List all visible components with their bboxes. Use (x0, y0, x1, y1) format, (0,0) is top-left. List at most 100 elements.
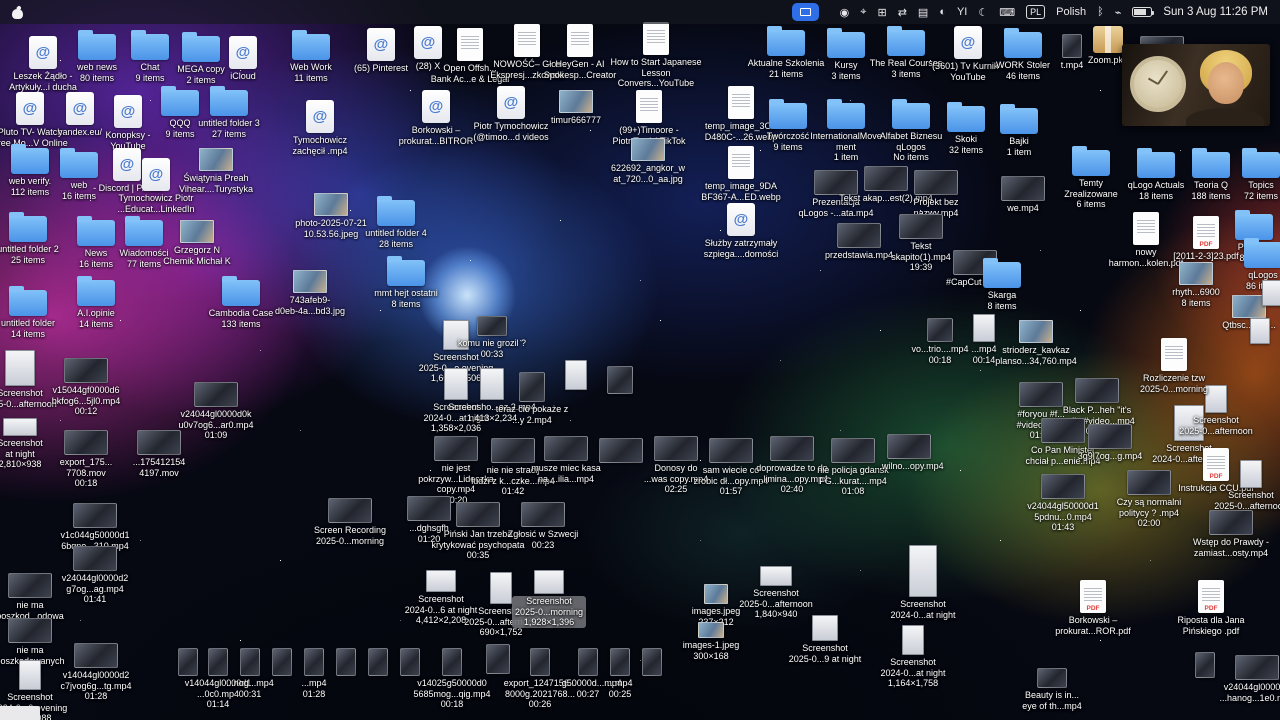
icon-label: Screen Recording 2025-0...morning (313, 525, 387, 546)
desktop-icon[interactable]: ...175412154 4197.mov (111, 430, 207, 478)
icon-label: Świątynia Preah Vihear....Turystyka (178, 173, 254, 194)
desktop-icon[interactable]: temp_image_9DA BF367-A...ED.webp (693, 146, 789, 202)
input-source-badge[interactable]: PL (1026, 5, 1046, 19)
icon-label: musze miec kasa na ...ilia...mp4 (531, 463, 601, 484)
desktop-icon[interactable]: v24044gl50000d1 5pdnu...0.mp4 01:43 (1015, 474, 1111, 533)
keyboard-icon[interactable]: ⌨ (999, 6, 1015, 19)
screen-sharing-indicator[interactable] (792, 3, 819, 21)
desktop-icon[interactable]: Projekt bez nazwy.mp4 (888, 170, 984, 218)
video-file-icon (8, 573, 52, 598)
icon-label: teraz cio pokaże z ...y 2.mp4 (495, 404, 569, 425)
desktop-icon[interactable]: Wstęp do Prawdy - zamiast...osty.mp4 (1183, 510, 1279, 558)
desktop-icon[interactable]: Screenshot 2025-0...morning 1,928×1,396 (501, 570, 597, 628)
desktop-icon[interactable]: Rozliczenie tzw 2025-0...morning (1126, 338, 1222, 394)
desktop-icon[interactable]: Screenshot 2025-0...afternoon 1,840×940 (728, 566, 824, 620)
icon-label: ...wilno...opy.mp4 (874, 461, 944, 471)
video-file-icon (607, 366, 633, 394)
desktop-icon[interactable] (1212, 318, 1280, 346)
icon-label: Screenshot2025-0...afternoon (1214, 490, 1280, 511)
desktop-icon[interactable]: 622692_angkor_w at_720...0_aa.jpg (600, 138, 696, 184)
yi-indicator[interactable]: YI (957, 6, 967, 18)
menu-bar-clock[interactable]: Sun 3 Aug 11:26 PM (1163, 6, 1268, 18)
img-file-icon (1019, 320, 1053, 343)
desktop-icon[interactable] (604, 648, 700, 678)
folder-file-icon (983, 258, 1021, 288)
shot-file-icon (426, 570, 456, 592)
shot-file-icon (1262, 280, 1280, 306)
icon-label: Tymochowicz Piotr ...Educat...LinkedIn (117, 193, 195, 214)
at-file-icon: @ (229, 36, 257, 69)
icon-label: komu nie grozil ? 00:33 (457, 338, 527, 359)
desktop-icon[interactable]: untitled folder 4 28 items (348, 196, 444, 249)
desktop-icon[interactable]: Grzegorz N Chemik Michał K (149, 220, 245, 266)
folder-file-icon (9, 212, 47, 242)
desktop-icon[interactable]: Screenshot 2024-0...at night (875, 545, 971, 620)
icon-label: Bajki 1 item (1006, 136, 1032, 157)
desktop-icon[interactable]: Screenshot2025-0...afternoon (1203, 460, 1280, 511)
desktop-icon[interactable]: untitled folder 3 27 items (181, 86, 277, 139)
recording-dot-icon[interactable]: ◉ (840, 6, 850, 19)
desktop-icon[interactable]: v15044gf0000d6 bkfog6...5jl0.mp4 00:12 (38, 358, 134, 417)
shortcut-icon[interactable]: ⌁ (1115, 6, 1122, 19)
desktop-icon[interactable]: Riposta dla JanaPińskiego .pdf (1163, 580, 1259, 636)
desktop-icon[interactable]: A.I.opinie 14 items (48, 276, 144, 329)
video-file-icon (1235, 655, 1279, 680)
desktop-icon[interactable]: Screenshot 2024-0...at night 1,164×1,758 (865, 625, 961, 689)
moon-icon[interactable]: ☾ (978, 6, 988, 19)
icon-label: Kursy 3 items (831, 60, 861, 81)
icon-label: export_175... 7708.mov 00:18 (59, 457, 113, 488)
icon-label: v15044gf0000d6 bkfog6...5jl0.mp4 00:12 (51, 385, 121, 416)
desktop-icon[interactable]: Screenshot 2025-0...9 at night (777, 615, 873, 664)
desktop-icon[interactable] (572, 366, 668, 396)
video-file-icon (64, 358, 108, 383)
folder-file-icon (9, 286, 47, 316)
video-file-icon (477, 316, 507, 336)
at-file-icon: @ (727, 203, 755, 236)
video-file-icon (1001, 176, 1045, 201)
desktop-icon[interactable]: @ Tymochowicz zachęcił .mp4 (272, 100, 368, 156)
desktop-icon[interactable]: Topics 72 items (1213, 148, 1280, 201)
desktop-icon[interactable]: Skarga 8 items (954, 258, 1050, 311)
screen-mirroring-icon[interactable]: ⊞ (877, 6, 886, 19)
img-file-icon (314, 193, 348, 216)
webcam-overlay[interactable] (1122, 44, 1270, 126)
icon-label: How to Start Japanese Lesson Convers...Yo… (610, 57, 702, 88)
battery-icon[interactable] (1132, 7, 1155, 17)
display-icon[interactable]: ▤ (918, 6, 928, 19)
apple-menu-icon[interactable] (12, 6, 23, 19)
img-file-icon (199, 148, 233, 171)
desktop-icon[interactable]: How to Start Japanese Lesson Convers...Yo… (608, 22, 704, 89)
input-language-label[interactable]: Polish (1056, 6, 1086, 18)
icon-label: Screenshot at night 2,810×938 (0, 438, 43, 469)
desktop-icon[interactable]: Świątynia Preah Vihear....Turystyka (168, 148, 264, 194)
contrast-icon[interactable]: ◐ (939, 6, 946, 18)
at-file-icon: @ (142, 158, 170, 191)
desktop-icon[interactable]: 743afeb9- d0eb-4a...bd3.jpg (262, 270, 358, 316)
desktop-icon[interactable]: strioderz_kavkaz planso...34,760.mp4 (988, 320, 1084, 366)
video-file-icon (521, 502, 565, 527)
at-file-icon: @ (422, 90, 450, 123)
bluetooth-icon[interactable]: ᛒ (1097, 6, 1104, 18)
folder-file-icon (1235, 210, 1273, 240)
desktop-icon[interactable] (1224, 280, 1280, 308)
img-file-icon (698, 622, 724, 638)
camera-icon[interactable]: ⌖ (860, 6, 866, 19)
desktop-icon[interactable]: ...wilno...opy.mp4 (861, 434, 957, 472)
desktop-icon[interactable]: we.mp4 (975, 176, 1071, 214)
video-file-icon (642, 648, 662, 676)
desktop-icon[interactable]: @ Służby zatrzymały szpiega....domości (693, 203, 789, 259)
icon-label: iCloud (230, 71, 256, 81)
shot-file-icon (760, 566, 792, 586)
icon-layer: @ Leszek Żądło - Artykuły...i ducha web new… (0, 0, 1280, 720)
video-file-icon (456, 502, 500, 527)
window-fragment[interactable] (0, 706, 40, 720)
desktop-icon[interactable]: Borkowski –prokurat...ROR.pdf (1045, 580, 1141, 636)
desktop-icon[interactable]: Zgłosić w Szwecji 00:23 (495, 502, 591, 550)
video-file-icon (8, 618, 52, 643)
folder-file-icon (222, 276, 260, 306)
desktop-icon[interactable]: mmt hejt ostatni 8 items (358, 256, 454, 309)
desktop-icon[interactable]: komu nie grozil ? 00:33 (444, 316, 540, 359)
desktop-icon[interactable]: Beauty is in... eye of th...mp4 (1004, 668, 1100, 711)
desktop-icon[interactable]: v24044gl0000d2...hanog...1e0.mp4 (1209, 655, 1280, 703)
arrows-sync-icon[interactable]: ⇄ (898, 6, 907, 19)
